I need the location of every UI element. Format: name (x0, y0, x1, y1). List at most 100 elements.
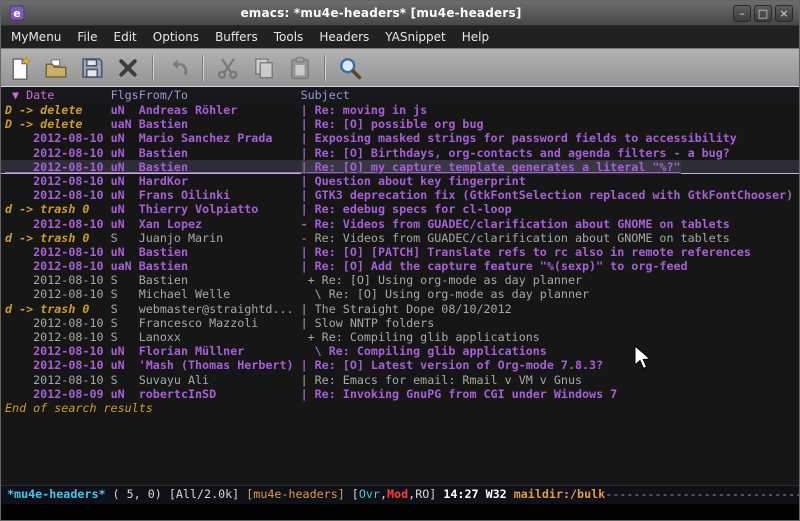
column-header-date[interactable]: ▼ Date (5, 88, 111, 102)
open-file-icon[interactable] (41, 53, 71, 83)
message-row[interactable]: 2012-08-10 uN Xan Lopez - Re: Videos fro… (1, 217, 799, 231)
titlebar[interactable]: e emacs: *mu4e-headers* [mu4e-headers] –… (1, 1, 799, 26)
message-mark: d -> trash 0 (5, 202, 111, 216)
menu-buffers[interactable]: Buffers (207, 27, 266, 47)
minimize-button[interactable]: – (733, 5, 751, 22)
message-subject: | Re: edebug specs for cl-loop (301, 202, 512, 216)
message-date: 2012-08-10 (5, 330, 111, 344)
message-from: Juanjo Marin (139, 231, 301, 245)
menu-help[interactable]: Help (454, 27, 497, 47)
menu-tools[interactable]: Tools (266, 27, 312, 47)
toolbar-separator (202, 55, 204, 81)
message-subject: | Re: [O] [PATCH] Translate refs to rc a… (301, 245, 751, 259)
message-subject: | Slow NNTP folders (301, 316, 435, 330)
column-header-subject[interactable]: Subject (301, 88, 350, 102)
save-icon[interactable] (77, 53, 107, 83)
message-row[interactable]: 2012-08-09 uN robertcInSD | Re: Invoking… (1, 387, 799, 401)
message-date: 2012-08-10 (5, 174, 111, 188)
message-flags: S (111, 287, 139, 301)
menu-file[interactable]: File (69, 27, 105, 47)
message-from: HardKor (139, 174, 301, 188)
toolbar-separator (324, 55, 326, 81)
search-icon[interactable] (335, 53, 365, 83)
modeline-segment: maildir:/bulk (514, 487, 605, 501)
message-date: 2012-08-10 (5, 188, 111, 202)
window-title: emacs: *mu4e-headers* [mu4e-headers] (29, 6, 733, 20)
message-row[interactable]: d -> trash 0 S Juanjo Marin - Re: Videos… (1, 231, 799, 245)
minibuffer[interactable] (1, 504, 799, 520)
toolbar (1, 48, 799, 87)
menu-yasnippet[interactable]: YASnippet (377, 27, 454, 47)
modeline-segment: [mu4e-headers] (246, 487, 345, 501)
message-row[interactable]: 2012-08-10 uN 'Mash (Thomas Herbert) | R… (1, 358, 799, 372)
message-subject: | Exposing masked strings for password f… (301, 131, 737, 145)
menu-options[interactable]: Options (145, 27, 207, 47)
message-row[interactable]: 2012-08-10 S Lanoxx + Re: Compiling glib… (1, 330, 799, 344)
message-row[interactable]: 2012-08-10 uN Frans Oilinki | GTK3 depre… (1, 188, 799, 202)
column-header-flags[interactable]: Flgs (111, 88, 139, 102)
message-mark: D -> delete (5, 103, 111, 117)
message-date: 2012-08-10 (5, 273, 111, 287)
message-from: Michael Welle (139, 287, 301, 301)
message-subject: | GTK3 deprecation fix (GtkFontSelection… (301, 188, 794, 202)
message-date: 2012-08-10 (5, 245, 111, 259)
message-row[interactable]: 2012-08-10 S Bastien + Re: [O] Using org… (1, 273, 799, 287)
close-button[interactable]: × (775, 5, 793, 22)
message-subject: + Re: [O] Using org-mode as day planner (301, 273, 582, 287)
message-from: Xan Lopez (139, 217, 301, 231)
message-flags: S (111, 231, 139, 245)
column-header-from[interactable]: From/To (139, 88, 301, 102)
message-row[interactable]: d -> trash 0 S webmaster@straightd... | … (1, 302, 799, 316)
window-controls: –□× (733, 5, 793, 22)
message-subject: + Re: Compiling glib applications (301, 330, 540, 344)
message-from: Bastien (139, 273, 301, 287)
message-from: Bastien (139, 117, 301, 131)
message-subject: | Re: [O] my capture template generates … (301, 160, 681, 174)
message-row[interactable]: 2012-08-10 uN Florian Müllner \ Re: Comp… (1, 344, 799, 358)
message-row[interactable]: 2012-08-10 uaN Bastien | Re: [O] Add the… (1, 259, 799, 273)
message-subject: | Re: [O] Add the capture feature "%(sex… (301, 259, 688, 273)
menu-bar: MyMenuFileEditOptionsBuffersToolsHeaders… (1, 26, 799, 48)
message-row[interactable]: 2012-08-10 uN Mario Sanchez Prada | Expo… (1, 131, 799, 145)
message-date: 2012-08-10 (5, 344, 111, 358)
message-flags: uaN (111, 259, 139, 273)
message-subject: | Re: moving in js (301, 103, 428, 117)
message-row[interactable]: 2012-08-10 uN HardKor | Question about k… (1, 174, 799, 188)
menu-mymenu[interactable]: MyMenu (3, 27, 69, 47)
message-from: Florian Müllner (139, 344, 301, 358)
message-date: 2012-08-10 (5, 358, 111, 372)
message-row[interactable]: d -> trash 0 uN Thierry Volpiatto | Re: … (1, 202, 799, 216)
message-row[interactable]: D -> delete uN Andreas Röhler | Re: movi… (1, 103, 799, 117)
message-date: 2012-08-10 (5, 259, 111, 273)
message-subject: | Re: [O] possible org bug (301, 117, 484, 131)
message-subject: \ Re: [O] Using org-mode as day planner (301, 287, 590, 301)
message-flags: S (111, 330, 139, 344)
message-subject: - Re: Videos from GUADEC/clarification a… (301, 231, 730, 245)
message-row[interactable]: 2012-08-10 uN Bastien | Re: [O] [PATCH] … (1, 245, 799, 259)
message-row[interactable]: 2012-08-10 S Suvayu Ali | Re: Emacs for … (1, 373, 799, 387)
modeline-segment: ( 5, 0) [All/2.0k] (106, 487, 247, 501)
message-subject: | Re: Emacs for email: Rmail v VM v Gnus (301, 373, 582, 387)
emacs-app-icon: e (9, 5, 25, 21)
message-row-current[interactable]: 2012-08-10 uN Bastien | Re: [O] my captu… (1, 160, 799, 174)
message-date: 2012-08-10 (5, 287, 111, 301)
modeline-segment: Mod (387, 487, 408, 501)
message-flags: uN (111, 344, 139, 358)
buffer-empty-area (1, 416, 799, 485)
message-row[interactable]: 2012-08-10 uN Bastien | Re: [O] Birthday… (1, 146, 799, 160)
message-date: 2012-08-10 (5, 131, 111, 145)
message-row[interactable]: 2012-08-10 S Michael Welle \ Re: [O] Usi… (1, 287, 799, 301)
message-from: Suvayu Ali (139, 373, 301, 387)
close-icon[interactable] (113, 53, 143, 83)
message-row[interactable]: D -> delete uaN Bastien | Re: [O] possib… (1, 117, 799, 131)
menu-headers[interactable]: Headers (311, 27, 377, 47)
message-mark: d -> trash 0 (5, 231, 111, 245)
maximize-button[interactable]: □ (754, 5, 772, 22)
message-flags: uN (111, 146, 139, 160)
modeline-segment: [ (345, 487, 359, 501)
menu-edit[interactable]: Edit (106, 27, 145, 47)
paste-icon (285, 53, 315, 83)
column-headers: ▼ Date FlgsFrom/To Subject (1, 87, 799, 103)
message-row[interactable]: 2012-08-10 S Francesco Mazzoli | Slow NN… (1, 316, 799, 330)
new-file-icon[interactable] (5, 53, 35, 83)
